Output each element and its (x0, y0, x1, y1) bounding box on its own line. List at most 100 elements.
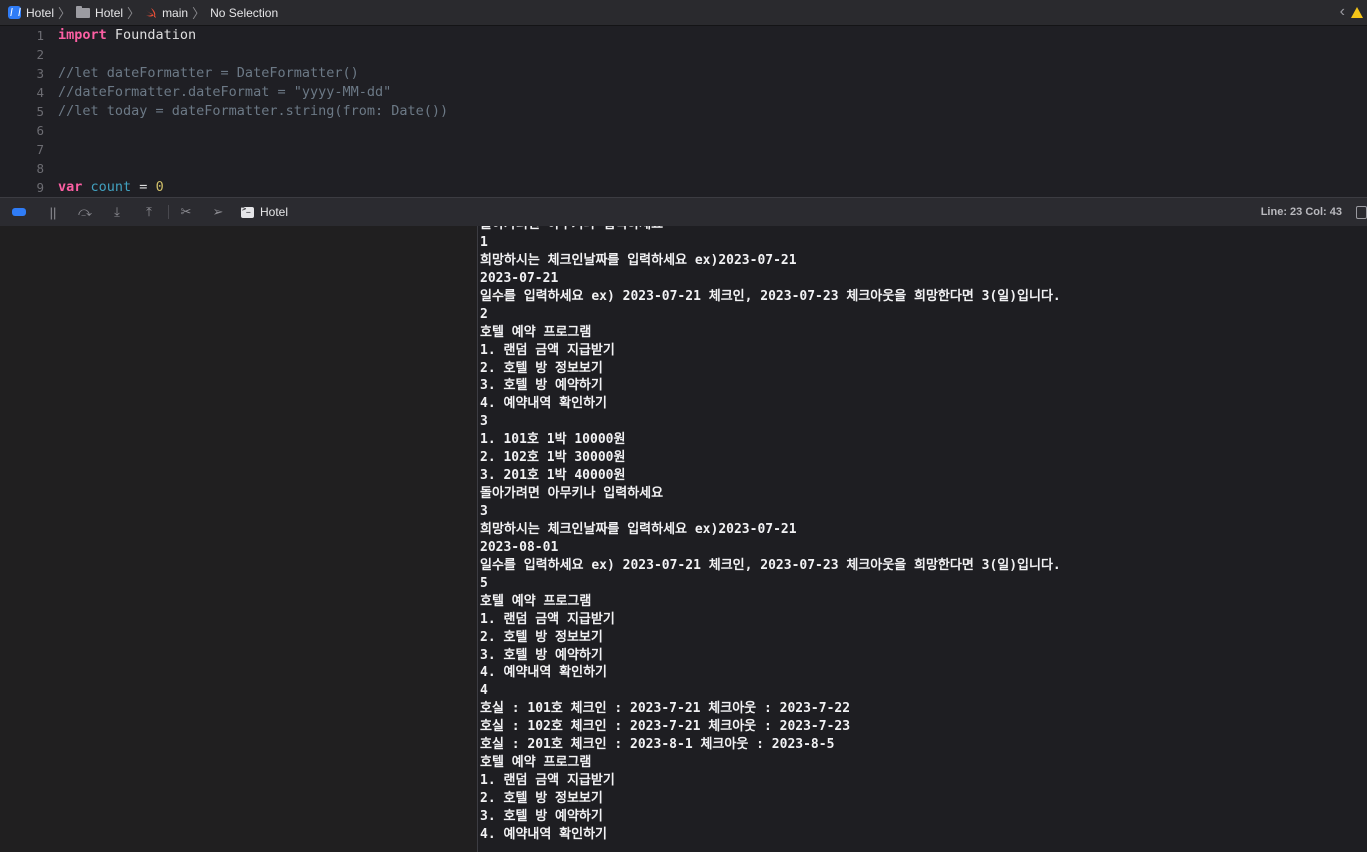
console-line: 호실 : 101호 체크인 : 2023-7-21 체크아웃 : 2023-7-… (480, 701, 851, 717)
code-line[interactable]: 1 import Foundation (0, 26, 1367, 45)
console-line: 5 (480, 575, 488, 591)
code-line[interactable]: 4 //dateFormatter.dateFormat = "yyyy-MM-d… (0, 83, 1367, 102)
line-number: 3 (36, 66, 44, 81)
breadcrumb-label: Hotel (95, 5, 124, 20)
console-line: 2. 호텔 방 정보보기 (480, 629, 603, 645)
console-line: 3. 호텔 방 예약하기 (480, 378, 603, 394)
console-line: 호텔 예약 프로그램 (480, 593, 592, 609)
app-project-icon[interactable] (8, 6, 21, 19)
code-token: //let dateFormatter = DateFormatter() (58, 65, 359, 81)
console-line: 3. 호텔 방 예약하기 (480, 808, 603, 824)
console-line: 1. 랜덤 금액 지급받기 (480, 342, 615, 358)
code-line[interactable]: 8 (0, 159, 1367, 178)
code-line[interactable]: 2 (0, 45, 1367, 64)
console-line: 1. 랜덤 금액 지급받기 (480, 611, 615, 627)
console-line: 4. 예약내역 확인하기 (480, 826, 607, 842)
code-line[interactable]: 6 (0, 121, 1367, 140)
step-into-icon[interactable]: ⤓ (110, 204, 124, 220)
jump-bar: Hotel 〉 Hotel 〉 main 〉 No Selection ‹ (0, 0, 1367, 26)
code-token: import (58, 27, 107, 43)
console-line: 1. 랜덤 금액 지급받기 (480, 773, 615, 789)
console-line: 호실 : 102호 체크인 : 2023-7-21 체크아웃 : 2023-7-… (480, 719, 851, 735)
line-number: 9 (36, 180, 44, 195)
console-line: 희망하시는 체크인날짜를 입력하세요 ex)2023-07-21 (480, 521, 797, 537)
code-token: //dateFormatter.dateFormat = "yyyy-MM-dd… (58, 84, 392, 100)
console-line: 2. 호텔 방 정보보기 (480, 360, 603, 376)
target-name[interactable]: Hotel (260, 205, 288, 219)
console-line: 호실 : 201호 체크인 : 2023-8-1 체크아웃 : 2023-8-5 (480, 737, 835, 753)
code-token: = (131, 179, 156, 195)
step-out-icon[interactable]: ⤒ (142, 204, 156, 220)
warning-icon[interactable] (1351, 6, 1363, 18)
console-line: 2023-07-21 (480, 270, 559, 286)
line-number: 5 (36, 104, 44, 119)
breadcrumb-project[interactable]: Hotel (26, 6, 54, 20)
split-pane-icon[interactable] (1356, 206, 1367, 219)
code-editor[interactable]: 1 import Foundation 2 3 //let dateFormatter … (0, 26, 1367, 197)
console-line: 3. 201호 1박 40000원 (480, 468, 626, 484)
breadcrumb-label: main (162, 5, 189, 20)
breadcrumb-selection[interactable]: No Selection (210, 6, 278, 20)
console-line: 2023-08-01 (480, 539, 559, 555)
console-line: 돌아가려면 아무키나 입력하세요 (480, 486, 664, 502)
console-line: 3. 호텔 방 예약하기 (480, 647, 603, 663)
line-number: 4 (36, 85, 44, 100)
terminal-icon (241, 205, 254, 218)
code-text: import Foundation (58, 26, 196, 45)
code-token: count (90, 179, 132, 195)
code-line[interactable]: 7 (0, 140, 1367, 159)
code-token: var (58, 179, 83, 195)
console-line: 3 (480, 414, 488, 430)
console-line: 호텔 예약 프로그램 (480, 755, 592, 771)
code-text: //let dateFormatter = DateFormatter() (58, 64, 359, 83)
simulate-location-icon[interactable]: ➢ (211, 204, 225, 220)
console-line: 4 (480, 683, 488, 699)
console-lines: 돌아가려면 아무키나 입력하세요1희망하시는 체크인날짜를 입력하세요 ex)2… (480, 226, 1061, 844)
line-column-indicator: Line: 23 Col: 43 (1260, 206, 1342, 218)
breadcrumb-label: No Selection (210, 5, 279, 20)
console-line: 돌아가려면 아무키나 입력하세요 (480, 226, 1061, 234)
code-line[interactable]: 9 var count = 0 (0, 178, 1367, 197)
line-number: 6 (36, 123, 44, 138)
line-number: 1 (36, 28, 44, 43)
code-token: //let today = dateFormatter.string(from:… (58, 103, 449, 119)
debug-memory-graph-icon[interactable]: ✂ (179, 204, 193, 220)
code-line[interactable]: 3 //let dateFormatter = DateFormatter() (0, 64, 1367, 83)
breadcrumb-label: Hotel (26, 5, 55, 20)
swift-icon (146, 7, 157, 18)
code-text: var count = 0 (58, 178, 164, 197)
code-line[interactable]: 5 //let today = dateFormatter.string(from… (0, 102, 1367, 121)
step-over-icon[interactable]: ⤼ (78, 204, 92, 220)
console-line: 2 (480, 306, 488, 322)
console-line: 호텔 예약 프로그램 (480, 324, 592, 340)
code-text: //let today = dateFormatter.string(from:… (58, 102, 448, 121)
hide-debug-area-toggle[interactable] (12, 208, 26, 216)
folder-icon (76, 5, 91, 18)
console-line: 2. 102호 1박 30000원 (480, 450, 626, 466)
console-line: 일수를 입력하세요 ex) 2023-07-21 체크인, 2023-07-23… (480, 288, 1061, 304)
debug-bar: || ⤼ ⤓ ⤒ ✂ ➢ Hotel Line: 23 Col: 43 (0, 197, 1367, 227)
line-number: 7 (36, 142, 44, 157)
code-text: //dateFormatter.dateFormat = "yyyy-MM-dd… (58, 83, 391, 102)
back-chevron-icon[interactable]: ‹ (1340, 4, 1345, 20)
breadcrumb-file[interactable]: main (162, 6, 188, 20)
chevron-right-icon: 〉 (192, 6, 206, 21)
code-token: Foundation (106, 27, 197, 43)
breadcrumb-folder[interactable]: Hotel (95, 6, 123, 20)
console-line: 1 (480, 234, 488, 250)
chevron-right-icon: 〉 (58, 6, 72, 21)
console-line: 4. 예약내역 확인하기 (480, 396, 607, 412)
console-output[interactable]: 돌아가려면 아무키나 입력하세요1희망하시는 체크인날짜를 입력하세요 ex)2… (478, 226, 1367, 852)
console-line: 3 (480, 504, 488, 519)
console-line: 1. 101호 1박 10000원 (480, 432, 626, 448)
code-token: 0 (155, 179, 164, 195)
variables-pane[interactable] (0, 226, 478, 852)
console-line: 일수를 입력하세요 ex) 2023-07-21 체크인, 2023-07-23… (480, 557, 1061, 573)
chevron-right-icon: 〉 (127, 6, 141, 21)
line-number: 2 (36, 47, 44, 62)
console-line: 2. 호텔 방 정보보기 (480, 791, 603, 806)
console-line: 희망하시는 체크인날짜를 입력하세요 ex)2023-07-21 (480, 252, 797, 268)
line-number: 8 (36, 161, 44, 176)
pause-icon[interactable]: || (46, 205, 60, 220)
